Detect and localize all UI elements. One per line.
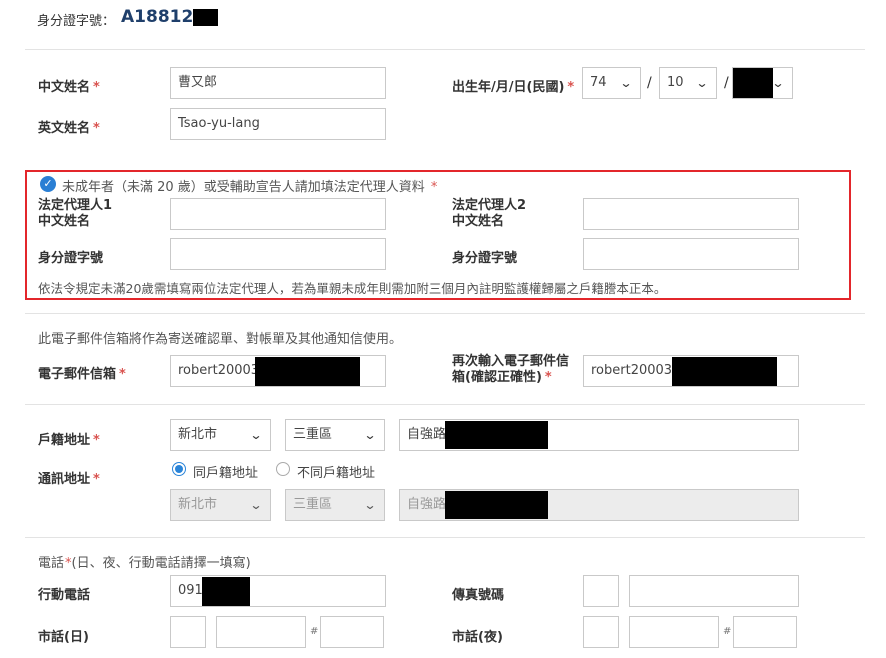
email-confirm-label-line2: 箱(確認正確性) bbox=[452, 370, 542, 385]
mailing-city-select[interactable]: 新北市 ⌄ bbox=[170, 489, 271, 521]
fax-number-input[interactable] bbox=[629, 575, 799, 607]
check-circle-icon[interactable]: ✓ bbox=[40, 176, 56, 192]
required-mark: * bbox=[544, 370, 552, 385]
required-mark: * bbox=[93, 121, 100, 136]
date-separator: / bbox=[724, 75, 729, 91]
birth-year-select[interactable]: 74 ⌄ bbox=[582, 67, 641, 99]
english-name-label-text: 英文姓名 bbox=[38, 121, 91, 136]
required-mark: * bbox=[93, 433, 100, 448]
mailing-district-value: 三重區 bbox=[293, 497, 333, 512]
redacted-id-suffix bbox=[193, 9, 218, 26]
email-label-text: 電子郵件信箱 bbox=[38, 367, 117, 382]
email-confirm-label-line1: 再次輸入電子郵件信 bbox=[452, 354, 570, 369]
birth-month-value: 10 bbox=[667, 75, 684, 90]
different-address-option-label[interactable]: 不同戶籍地址 bbox=[297, 462, 375, 481]
date-separator: / bbox=[647, 75, 652, 91]
birth-year-value: 74 bbox=[590, 75, 607, 90]
fax-area-code-input[interactable] bbox=[583, 575, 619, 607]
guardian2-label-line1: 法定代理人2 bbox=[452, 198, 527, 213]
mailing-city-value: 新北市 bbox=[178, 497, 218, 512]
night-phone-number-input[interactable] bbox=[629, 616, 719, 648]
required-mark: * bbox=[93, 472, 100, 487]
redacted-mailing-street bbox=[445, 491, 548, 519]
day-phone-area-code-input[interactable] bbox=[170, 616, 206, 648]
divider-address bbox=[25, 537, 865, 538]
day-phone-number-input[interactable] bbox=[216, 616, 306, 648]
guardian2-label-line2: 中文姓名 bbox=[452, 214, 505, 229]
chevron-down-icon: ⌄ bbox=[249, 498, 263, 512]
birth-date-label-text: 出生年/月/日(民國) bbox=[452, 80, 565, 95]
redacted-email-confirm bbox=[672, 357, 777, 386]
night-phone-label: 市話(夜) bbox=[452, 630, 503, 645]
required-mark: * bbox=[567, 80, 575, 95]
night-phone-ext-input[interactable] bbox=[733, 616, 797, 648]
same-address-radio[interactable] bbox=[172, 462, 186, 476]
household-district-select[interactable]: 三重區 ⌄ bbox=[285, 419, 385, 451]
household-city-select[interactable]: 新北市 ⌄ bbox=[170, 419, 271, 451]
id-number-label-text: 身分證字號： bbox=[37, 14, 116, 29]
guardian2-name-input[interactable] bbox=[583, 198, 799, 230]
night-phone-ext-mark: # bbox=[723, 626, 732, 637]
divider-top bbox=[25, 49, 865, 50]
required-mark: * bbox=[119, 367, 126, 382]
divider-email bbox=[25, 404, 865, 405]
english-name-input[interactable]: Tsao-yu-lang bbox=[170, 108, 386, 140]
guardian1-label-line2: 中文姓名 bbox=[38, 214, 91, 229]
birth-month-select[interactable]: 10 ⌄ bbox=[659, 67, 717, 99]
household-city-value: 新北市 bbox=[178, 427, 218, 442]
household-district-value: 三重區 bbox=[293, 427, 333, 442]
chevron-down-icon: ⌄ bbox=[771, 76, 785, 90]
redacted-mobile-phone bbox=[202, 577, 250, 606]
mailing-address-label: 通訊地址 * bbox=[38, 468, 100, 487]
phone-section-hint: (日、夜、行動電話請擇一填寫) bbox=[71, 556, 251, 571]
chevron-down-icon: ⌄ bbox=[249, 428, 263, 442]
phone-section-label: 電話*(日、夜、行動電話請擇一填寫) bbox=[38, 552, 251, 571]
redacted-household-street bbox=[445, 421, 548, 449]
day-phone-label: 市話(日) bbox=[38, 630, 89, 645]
redacted-email bbox=[255, 357, 360, 386]
chevron-down-icon: ⌄ bbox=[695, 76, 709, 90]
night-phone-area-code-input[interactable] bbox=[583, 616, 619, 648]
chevron-down-icon: ⌄ bbox=[619, 76, 633, 90]
chinese-name-label: 中文姓名 * bbox=[38, 76, 100, 95]
guardian2-id-label: 身分證字號 bbox=[452, 251, 518, 266]
fax-label: 傳真號碼 bbox=[452, 588, 505, 603]
chinese-name-input[interactable]: 曹又郎 bbox=[170, 67, 386, 99]
day-phone-ext-mark: # bbox=[310, 626, 319, 637]
mobile-phone-label: 行動電話 bbox=[38, 588, 91, 603]
required-mark: * bbox=[93, 80, 100, 95]
guardian1-id-input[interactable] bbox=[170, 238, 386, 270]
english-name-label: 英文姓名 * bbox=[38, 117, 100, 136]
required-mark: * bbox=[430, 180, 438, 195]
email-confirm-label: 再次輸入電子郵件信 箱(確認正確性) * bbox=[452, 354, 569, 386]
guardian-toggle-text: 未成年者（未滿 20 歲）或受輔助宣告人請加填法定代理人資料 bbox=[62, 180, 425, 195]
different-address-radio[interactable] bbox=[276, 462, 290, 476]
guardian1-label-line1: 法定代理人1 bbox=[38, 198, 113, 213]
phone-section-label-text: 電話 bbox=[38, 556, 65, 571]
redacted-birth-day bbox=[733, 68, 773, 98]
day-phone-ext-input[interactable] bbox=[320, 616, 384, 648]
guardian1-name-input[interactable] bbox=[170, 198, 386, 230]
chevron-down-icon: ⌄ bbox=[363, 498, 377, 512]
guardian2-id-input[interactable] bbox=[583, 238, 799, 270]
chevron-down-icon: ⌄ bbox=[363, 428, 377, 442]
guardian2-name-label: 法定代理人2 中文姓名 bbox=[452, 198, 526, 230]
email-label: 電子郵件信箱 * bbox=[38, 363, 126, 382]
chinese-name-label-text: 中文姓名 bbox=[38, 80, 91, 95]
household-address-label: 戶籍地址 * bbox=[38, 429, 100, 448]
id-number-label: 身分證字號： bbox=[37, 10, 115, 29]
guardian-note: 依法令規定未滿20歲需填寫兩位法定代理人，若為單親未成年則需加附三個月內註明監護… bbox=[38, 281, 667, 296]
guardian1-name-label: 法定代理人1 中文姓名 bbox=[38, 198, 112, 230]
guardian1-id-label: 身分證字號 bbox=[38, 251, 104, 266]
guardian-toggle-label[interactable]: 未成年者（未滿 20 歲）或受輔助宣告人請加填法定代理人資料 * bbox=[62, 176, 437, 195]
mailing-address-label-text: 通訊地址 bbox=[38, 472, 91, 487]
same-address-option-label[interactable]: 同戶籍地址 bbox=[193, 462, 258, 481]
mailing-district-select[interactable]: 三重區 ⌄ bbox=[285, 489, 385, 521]
divider-guardian bbox=[25, 313, 865, 314]
email-note: 此電子郵件信箱將作為寄送確認單、對帳單及其他通知信使用。 bbox=[38, 332, 403, 347]
birth-date-label: 出生年/月/日(民國) * bbox=[452, 76, 574, 95]
household-address-label-text: 戶籍地址 bbox=[38, 433, 91, 448]
